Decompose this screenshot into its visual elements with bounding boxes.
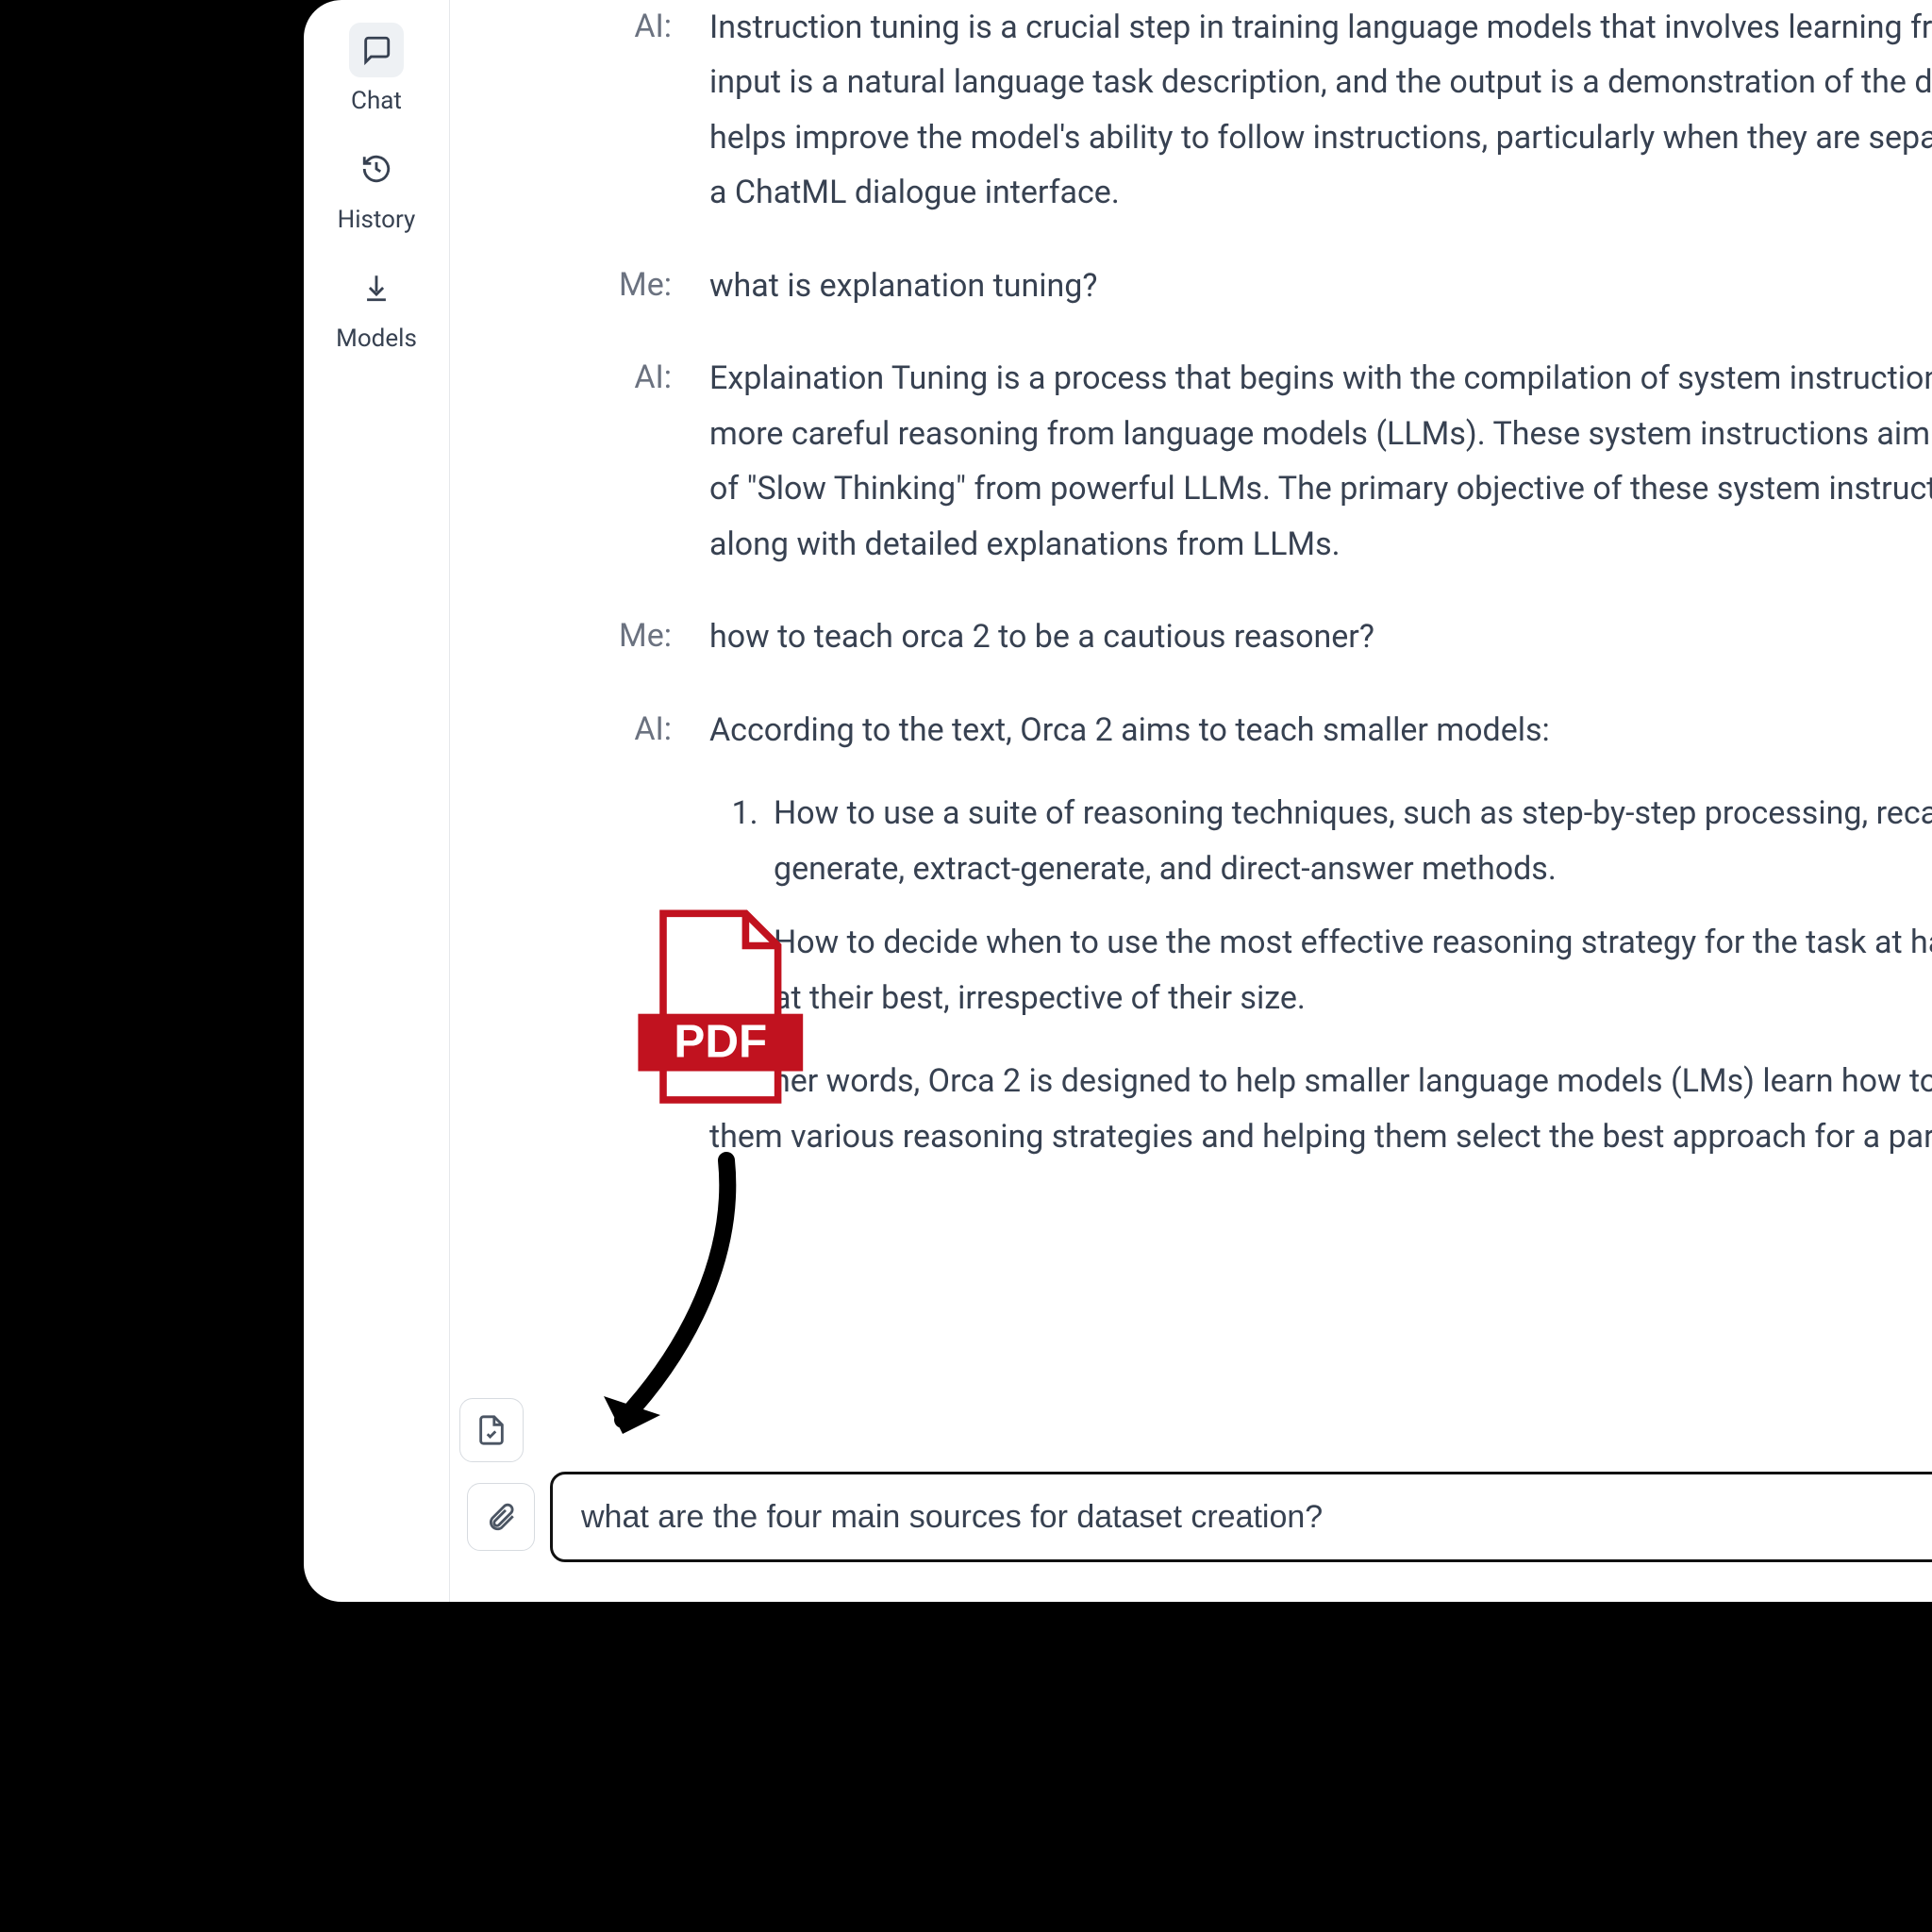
turn-me: Me: what is explanation tuning?: [450, 258, 1932, 351]
speaker-label: AI:: [450, 351, 709, 406]
message-content: According to the text, Orca 2 aims to te…: [709, 703, 1932, 1164]
speaker-label: AI:: [450, 703, 709, 758]
message-input-wrap[interactable]: [550, 1472, 1932, 1562]
file-check-icon: [475, 1414, 508, 1446]
list-item: How to decide when to use the most effec…: [766, 915, 1932, 1025]
turn-ai: AI: According to the text, Orca 2 aims t…: [450, 703, 1932, 1202]
sidebar-item-label: History: [338, 206, 416, 234]
sidebar-item-label: Chat: [351, 87, 402, 115]
paperclip-icon: [485, 1501, 517, 1533]
speaker-label: Me:: [450, 609, 709, 664]
message-content: what is explanation tuning?: [709, 258, 1932, 313]
message-content: Explaination Tuning is a process that be…: [709, 351, 1932, 572]
chat-icon: [349, 23, 404, 77]
sidebar-item-label: Models: [336, 325, 417, 353]
conversation: AI: Instruction tuning is a crucial step…: [450, 0, 1932, 1602]
sidebar-item-history[interactable]: History: [338, 142, 416, 234]
sidebar-item-models[interactable]: Models: [336, 260, 417, 353]
speaker-label: Me:: [450, 258, 709, 313]
list-item: How to use a suite of reasoning techniqu…: [766, 786, 1932, 896]
app-window: Chat History Models AI: Instruction tuni…: [304, 0, 1932, 1602]
message-input[interactable]: [581, 1499, 1932, 1536]
message-content: how to teach orca 2 to be a cautious rea…: [709, 609, 1932, 664]
history-icon: [349, 142, 404, 196]
main-panel: AI: Instruction tuning is a crucial step…: [450, 0, 1932, 1602]
composer: [450, 1472, 1932, 1562]
turn-ai: AI: Explaination Tuning is a process tha…: [450, 351, 1932, 609]
turn-ai: AI: Instruction tuning is a crucial step…: [450, 0, 1932, 258]
speaker-label: AI:: [450, 0, 709, 55]
attached-file-chip[interactable]: [459, 1398, 524, 1462]
ordered-list: How to use a suite of reasoning techniqu…: [709, 786, 1932, 1025]
download-icon: [349, 260, 404, 315]
message-content: Instruction tuning is a crucial step in …: [709, 0, 1932, 221]
sidebar-item-chat[interactable]: Chat: [349, 23, 404, 115]
turn-me: Me: how to teach orca 2 to be a cautious…: [450, 609, 1932, 702]
attach-button[interactable]: [467, 1483, 535, 1551]
sidebar: Chat History Models: [304, 0, 450, 1602]
